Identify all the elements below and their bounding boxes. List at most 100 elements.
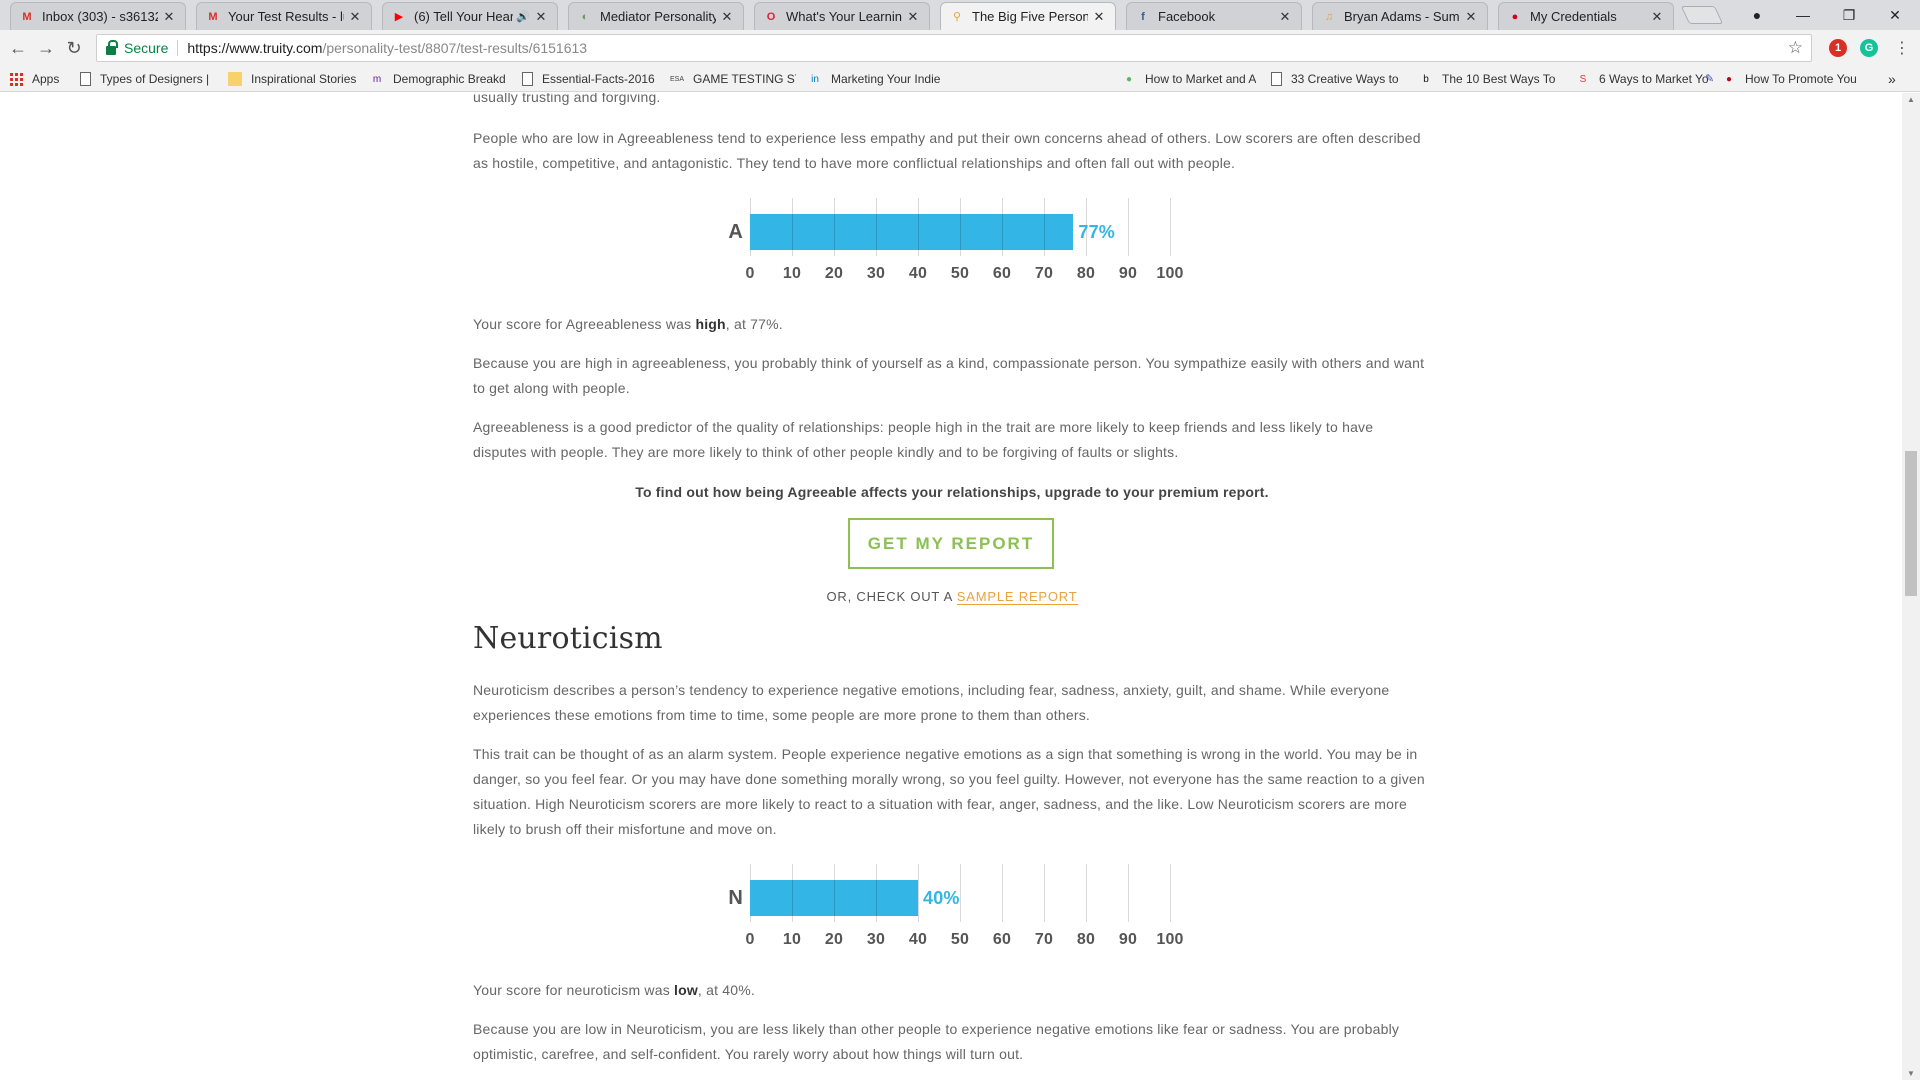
bookmark-item[interactable]: b The 10 Best Ways To [1419, 70, 1555, 88]
chart-bar-gridline [1044, 214, 1045, 250]
music-icon: ♫ [1324, 10, 1334, 23]
bookmark-item[interactable]: S 6 Ways to Market Yo [1576, 70, 1709, 88]
bookmark-item[interactable]: Apps [10, 70, 59, 88]
close-tab-icon[interactable]: ✕ [719, 9, 735, 25]
bookmark-item[interactable]: Essential-Facts-2016 [522, 70, 655, 88]
browser-tab[interactable]: ● My Credentials ✕ [1498, 2, 1674, 30]
bookmark-item[interactable]: ESA GAME TESTING STRA [670, 70, 796, 88]
close-tab-icon[interactable]: ✕ [347, 9, 363, 25]
sample-report-link[interactable]: SAMPLE REPORT [956, 589, 1078, 605]
16personalities-icon: ◐ [581, 10, 589, 23]
credentials-icon: ● [1511, 10, 1519, 23]
browser-tab[interactable]: f Facebook ✕ [1126, 2, 1302, 30]
bookmark-star-icon[interactable]: ☆ [1788, 38, 1803, 58]
truity-icon: ⚲ [952, 11, 962, 23]
back-arrow-icon[interactable]: ← [6, 36, 30, 60]
page-icon [1271, 72, 1282, 86]
window-close-button[interactable]: ✕ [1872, 0, 1918, 30]
chart-category-label: N [728, 887, 743, 909]
facebook-icon: f [1141, 10, 1145, 23]
bookmark-label: The 10 Best Ways To [1442, 72, 1556, 86]
bookmark-label: Inspirational Stories [251, 72, 357, 86]
forward-arrow-icon[interactable]: → [34, 36, 58, 60]
browser-tab[interactable]: O What's Your Learning St✕ [754, 2, 930, 30]
pinterest-icon: ● [1725, 73, 1733, 85]
bookmark-item[interactable]: in Marketing Your Indie [808, 70, 940, 88]
page-scrollbar[interactable]: ▲ ▼ [1902, 93, 1920, 1080]
profile-icon[interactable]: ● [1734, 0, 1780, 30]
url-path: /personality-test/8807/test-results/6151… [322, 40, 588, 56]
close-tab-icon[interactable]: ✕ [161, 9, 177, 25]
bookmark-item[interactable]: Types of Designers | [80, 70, 209, 88]
chart-tick-label: 50 [950, 265, 970, 282]
bookmark-item[interactable]: 33 Creative Ways to [1271, 70, 1399, 88]
bookmark-label: 6 Ways to Market Yo [1599, 72, 1709, 86]
chart-tick-label: 10 [782, 931, 802, 948]
minimize-button[interactable]: — [1780, 0, 1826, 30]
close-tab-icon[interactable]: ✕ [1649, 9, 1665, 25]
agreeableness-paragraph-2: Agreeableness is a good predictor of the… [473, 419, 1374, 460]
close-tab-icon[interactable]: ✕ [1463, 9, 1479, 25]
browser-tab[interactable]: ◐ Mediator Personality (I✕ [568, 2, 744, 30]
browser-tab[interactable]: ▶ (6) Tell Your Heart To🔊✕ [382, 2, 558, 30]
close-tab-icon[interactable]: ✕ [533, 9, 549, 25]
chart-tick-label: 60 [992, 931, 1012, 948]
chart-tick-label: 40 [908, 931, 928, 948]
bookmark-item[interactable]: ● How to Market and A [1122, 70, 1256, 88]
chart-gridline [960, 864, 961, 922]
more-bookmarks-icon[interactable]: » [1888, 70, 1896, 88]
agreeableness-paragraph-1: Because you are high in agreeableness, y… [473, 355, 1425, 396]
browser-tab[interactable]: M Inbox (303) - s3613289@✕ [10, 2, 186, 30]
close-tab-icon[interactable]: ✕ [1091, 9, 1107, 25]
browser-tab[interactable]: ⚲ The Big Five Personality✕ [940, 2, 1116, 30]
chart-bar-gridline [876, 880, 877, 916]
chart-bar-gridline [918, 214, 919, 250]
chart-tick-label: 80 [1076, 931, 1096, 948]
address-bar[interactable]: Secure https://www.truity.com/personalit… [96, 34, 1812, 62]
tab-title: Bryan Adams - Summer [1344, 9, 1460, 24]
reload-icon[interactable]: ↻ [62, 36, 86, 60]
audio-playing-icon[interactable]: 🔊 [516, 10, 530, 23]
bookmark-item[interactable]: m Demographic Breakd [370, 70, 506, 88]
chart-tick-label: 0 [745, 265, 755, 282]
tab-title: What's Your Learning St [786, 9, 902, 24]
scrollbar-thumb[interactable] [1905, 451, 1917, 596]
chart-tick-label: 70 [1034, 931, 1054, 948]
esa-icon: ESA [670, 75, 685, 83]
close-tab-icon[interactable]: ✕ [905, 9, 921, 25]
bookmark-label: How to Market and A [1145, 72, 1257, 86]
new-tab-button[interactable] [1680, 6, 1724, 24]
chart-value-label: 40% [923, 888, 960, 908]
chart-tick-label: 90 [1118, 265, 1138, 282]
bookmark-item[interactable]: ● How To Promote You [1722, 70, 1857, 88]
restore-button[interactable]: ❐ [1826, 0, 1872, 30]
chart-tick-label: 10 [782, 265, 802, 282]
grammarly-icon[interactable]: G [1860, 39, 1878, 57]
gmail-icon: M [22, 10, 32, 23]
menu-dots-icon[interactable]: ⋮ [1890, 36, 1914, 60]
apps-icon [10, 72, 23, 86]
chart-gridline [1128, 198, 1129, 256]
chart-gridline [1128, 864, 1129, 922]
neuroticism-paragraph-3: Because you are low in Neuroticism, you … [473, 1021, 1400, 1062]
bookmark-label: GAME TESTING STRA [693, 72, 796, 86]
get-my-report-button[interactable]: GET MY REPORT [848, 518, 1054, 569]
chart-tick-label: 70 [1034, 265, 1054, 282]
bookmark-item[interactable]: Inspirational Stories [228, 70, 356, 88]
browser-tab[interactable]: M Your Test Results - lukef✕ [196, 2, 372, 30]
secure-label: Secure [124, 40, 169, 56]
bookmarks-bar: Apps Types of Designers | Inspirational St… [0, 66, 1920, 92]
tab-title: Mediator Personality (I [600, 9, 716, 24]
extension-badge-icon[interactable]: 1 [1829, 39, 1847, 57]
chart-gridline [1170, 864, 1171, 922]
sample-report-line: OR, CHECK OUT A SAMPLE REPORT [826, 589, 1078, 605]
chart-tick-label: 100 [1156, 265, 1184, 282]
leaf-icon: ● [1125, 73, 1133, 85]
neuroticism-paragraph-1: Neuroticism describes a person’s tendenc… [473, 682, 1390, 723]
scroll-down-arrow-icon[interactable]: ▼ [1907, 1069, 1915, 1078]
swirl-icon: S [1579, 73, 1587, 85]
scroll-up-arrow-icon[interactable]: ▲ [1907, 95, 1915, 104]
browser-tab[interactable]: ♫ Bryan Adams - Summer✕ [1312, 2, 1488, 30]
close-tab-icon[interactable]: ✕ [1277, 9, 1293, 25]
low-agreeableness-paragraph: People who are low in Agreeableness tend… [473, 130, 1421, 171]
